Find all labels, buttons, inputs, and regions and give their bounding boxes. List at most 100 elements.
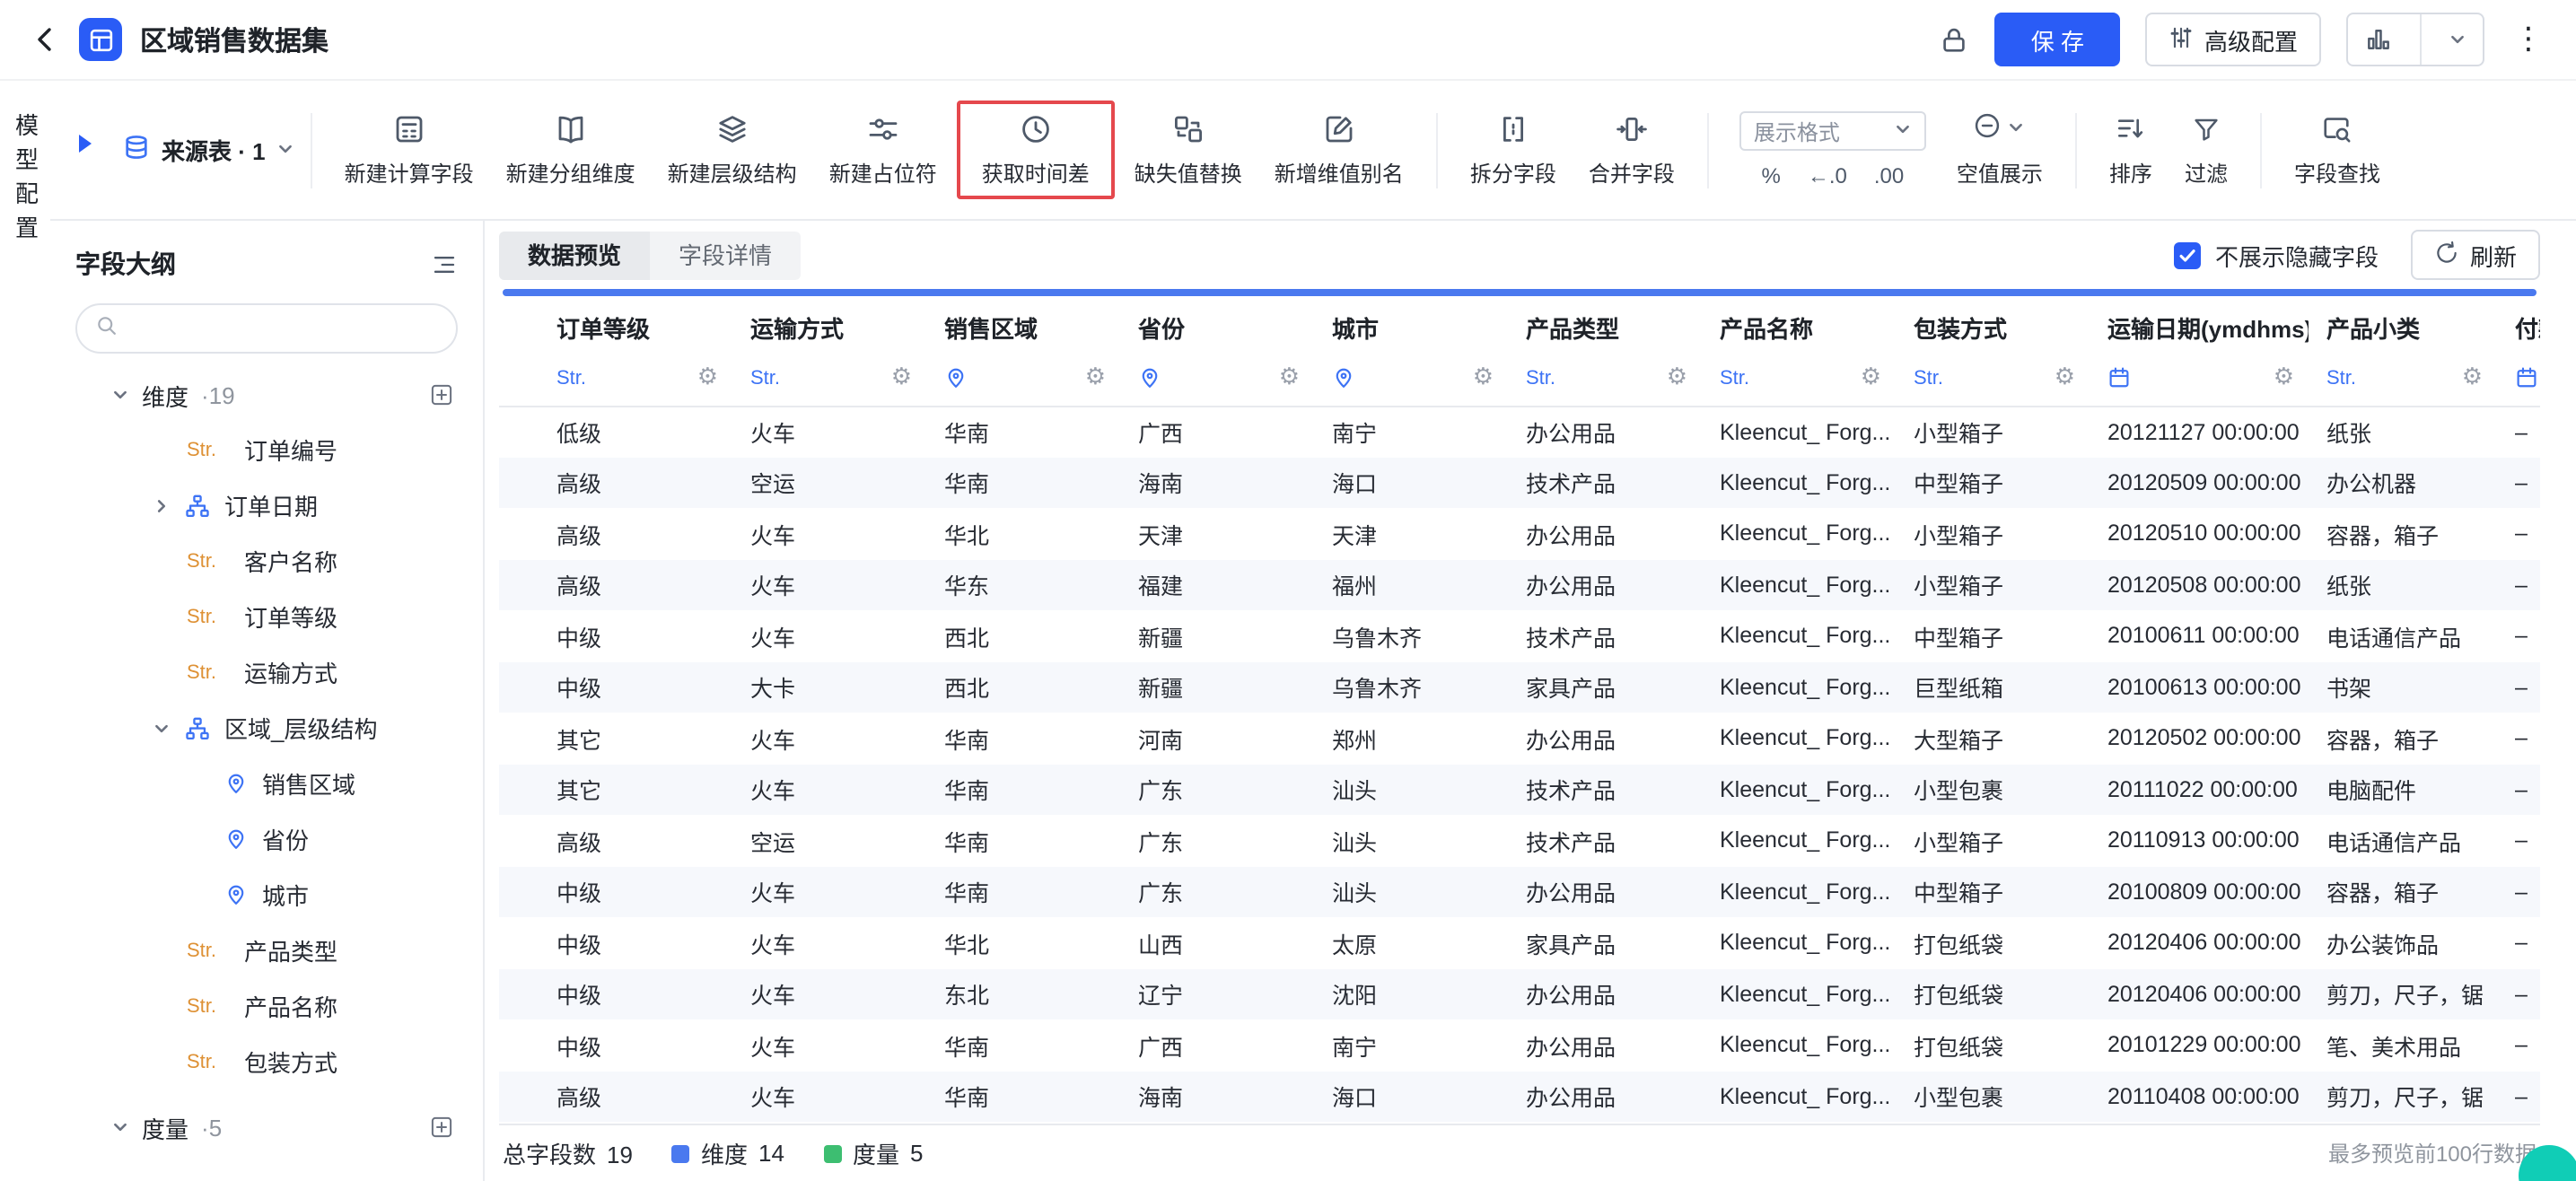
column-header[interactable]: 省份 <box>1120 303 1314 352</box>
gear-icon[interactable]: ⚙ <box>1861 365 1881 392</box>
toolbar-button-sort[interactable]: 排序 <box>2093 111 2169 188</box>
table-cell: 20100809 00:00:00 <box>2090 866 2309 917</box>
table-cell: Kleencut_ Forg... <box>1702 713 1896 764</box>
field-search-input[interactable] <box>129 316 438 341</box>
horizontal-scrollbar[interactable] <box>503 289 2537 296</box>
gear-icon[interactable]: ⚙ <box>891 365 912 392</box>
toolbar-button-new-group-dimension[interactable]: 新建分组维度 <box>490 111 652 188</box>
column-header[interactable]: 运输方式 <box>732 303 926 352</box>
gear-icon[interactable]: ⚙ <box>1279 365 1300 392</box>
increase-decimal-button[interactable]: .00 <box>1874 163 1904 188</box>
toolbar-button-null-display[interactable]: 空值展示 <box>1941 111 2059 188</box>
back-button[interactable] <box>29 23 61 56</box>
save-button[interactable]: 保 存 <box>1995 13 2120 66</box>
field-item[interactable]: Str.客户名称 <box>75 533 458 589</box>
field-item[interactable]: 销售区域 <box>75 756 458 811</box>
field-item[interactable]: 省份 <box>75 811 458 867</box>
column-header[interactable]: 城市 <box>1314 303 1508 352</box>
model-config-label[interactable]: 模型配置 <box>8 113 42 1181</box>
string-type-badge: Str. <box>187 995 230 1017</box>
field-outline-title: 字段大纲 <box>75 246 176 282</box>
table-row: 高级空运华南广东汕头技术产品Kleencut_ Forg...小型箱子20110… <box>499 815 2540 866</box>
field-item[interactable]: Str.产品类型 <box>75 923 458 978</box>
gear-icon[interactable]: ⚙ <box>2274 365 2294 392</box>
add-field-icon[interactable] <box>429 1115 454 1140</box>
column-header[interactable]: 产品小类 <box>2309 303 2497 352</box>
column-header[interactable]: 包装方式 <box>1896 303 2090 352</box>
gear-icon[interactable]: ⚙ <box>1085 365 1106 392</box>
table-cell: 太原 <box>1314 917 1508 968</box>
row-spacer-cell <box>499 406 539 457</box>
chevron-down-icon <box>276 136 294 163</box>
field-label: 运输方式 <box>244 655 337 689</box>
field-item[interactable]: Str.订单编号 <box>75 422 458 477</box>
field-item[interactable]: Str.产品名称 <box>75 978 458 1034</box>
toolbar-button-missing-value-replace[interactable]: 缺失值替换 <box>1118 111 1258 188</box>
chevron-down-icon[interactable] <box>2432 14 2483 65</box>
column-header[interactable]: 付款日期 <box>2497 303 2540 352</box>
percent-format-button[interactable]: % <box>1762 163 1781 188</box>
table-cell: 中型箱子 <box>1896 866 2090 917</box>
field-item[interactable]: 区域_层级结构 <box>75 700 458 756</box>
add-field-icon[interactable] <box>429 382 454 407</box>
field-search-box[interactable] <box>75 303 458 354</box>
column-header[interactable]: 订单等级 <box>539 303 732 352</box>
gear-icon[interactable]: ⚙ <box>2462 365 2483 392</box>
hide-hidden-fields-label[interactable]: 不展示隐藏字段 <box>2215 238 2379 272</box>
chevron-down-icon[interactable] <box>153 719 171 737</box>
gear-icon[interactable]: ⚙ <box>1473 365 1494 392</box>
decrease-decimal-button[interactable]: ←.0 <box>1808 163 1847 188</box>
gear-icon[interactable]: ⚙ <box>1667 365 1687 392</box>
field-item[interactable]: 城市 <box>75 867 458 923</box>
tab-field-details[interactable]: 字段详情 <box>650 231 801 279</box>
toolbar-button-new-hierarchy[interactable]: 新建层级结构 <box>652 111 813 188</box>
table-cell: 天津 <box>1120 508 1314 559</box>
table-cell: 20120502 00:00:00 <box>2090 713 2309 764</box>
measure-group-header[interactable]: 度量 ·5 <box>75 1100 458 1154</box>
field-item[interactable]: 订单日期 <box>75 477 458 533</box>
column-header[interactable]: 销售区域 <box>926 303 1120 352</box>
source-table-select[interactable]: 来源表 · 1 <box>122 133 294 167</box>
column-header[interactable]: 产品类型 <box>1508 303 1702 352</box>
table-cell: 容器，箱子 <box>2309 508 2497 559</box>
table-cell: 乌鲁木齐 <box>1314 610 1508 661</box>
refresh-button[interactable]: 刷新 <box>2411 230 2540 280</box>
field-item[interactable]: Str.包装方式 <box>75 1034 458 1089</box>
column-header[interactable]: 产品名称 <box>1702 303 1896 352</box>
data-preview-area: 数据预览 字段详情 不展示隐藏字段 刷新 <box>485 221 2576 1181</box>
advanced-config-button[interactable]: 高级配置 <box>2145 13 2321 66</box>
toolbar-button-filter[interactable]: 过滤 <box>2169 111 2244 188</box>
panel-expand-arrow[interactable] <box>79 135 92 153</box>
toolbar-button-new-dim-alias[interactable]: 新增维值别名 <box>1258 111 1420 188</box>
field-item[interactable]: Str.运输方式 <box>75 644 458 700</box>
table-cell: – <box>2497 866 2540 917</box>
gear-icon[interactable]: ⚙ <box>697 365 718 392</box>
gear-icon[interactable]: ⚙ <box>2538 365 2540 392</box>
table-cell: 中级 <box>539 917 732 968</box>
more-menu-button[interactable]: ⋮ <box>2510 22 2547 57</box>
toolbar-button-field-find[interactable]: 字段查找 <box>2278 111 2396 188</box>
tab-data-preview[interactable]: 数据预览 <box>499 231 650 279</box>
string-type-label: Str. <box>556 368 586 389</box>
column-header[interactable]: 运输日期(ymdhms) <box>2090 303 2309 352</box>
table-cell: 新疆 <box>1120 610 1314 661</box>
toolbar-button-get-time-diff[interactable]: 获取时间差 <box>966 111 1106 188</box>
table-cell: 大型箱子 <box>1896 713 2090 764</box>
toolbar-button-new-calculated-field[interactable]: 新建计算字段 <box>329 111 490 188</box>
gear-icon[interactable]: ⚙ <box>2055 365 2075 392</box>
chevron-right-icon[interactable] <box>153 496 171 514</box>
table-cell: – <box>2497 1071 2540 1122</box>
toolbar-button-new-placeholder[interactable]: 新建占位符 <box>813 111 953 188</box>
hide-hidden-fields-checkbox[interactable] <box>2174 241 2201 268</box>
lock-icon[interactable] <box>1940 24 1970 55</box>
display-format-group: 展示格式 % ←.0 .00 <box>1725 111 1941 188</box>
dimension-group-header[interactable]: 维度 ·19 <box>75 368 458 422</box>
toolbar-button-split-field[interactable]: 拆分字段 <box>1454 111 1573 188</box>
toolbar-button-merge-field[interactable]: 合并字段 <box>1573 111 1691 188</box>
model-config-strip[interactable]: 模型配置 <box>0 81 50 1181</box>
field-item[interactable]: Str.订单等级 <box>75 589 458 644</box>
chart-view-dropdown[interactable] <box>2346 13 2484 66</box>
table-cell: 华南 <box>926 764 1120 815</box>
display-format-select[interactable]: 展示格式 <box>1739 111 1926 151</box>
outline-icon[interactable] <box>431 250 458 277</box>
